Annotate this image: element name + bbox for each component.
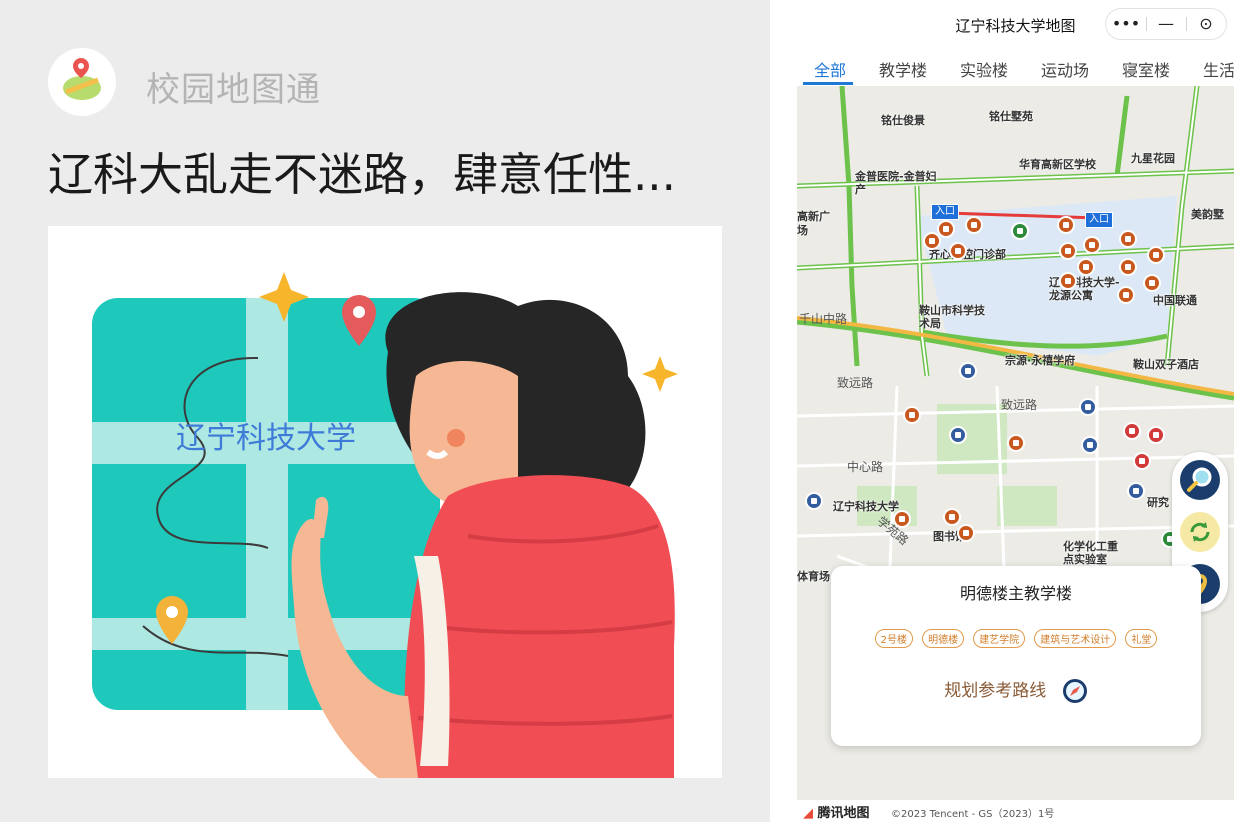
tab-teaching-buildings[interactable]: 教学楼	[879, 57, 927, 81]
building-marker[interactable]	[949, 426, 967, 444]
building-marker[interactable]	[1059, 272, 1077, 290]
building-marker[interactable]	[1057, 216, 1075, 234]
road-label-zhongxin: 中心路	[847, 460, 884, 474]
entrance-marker-1[interactable]: 入口	[931, 204, 959, 220]
more-icon[interactable]: •••	[1106, 9, 1146, 39]
plan-route-label: 规划参考路线	[944, 681, 1047, 701]
building-name: 明德楼主教学楼	[959, 584, 1072, 603]
map-label-meiyun: 美韵墅	[1191, 208, 1224, 221]
plan-route-button[interactable]: 规划参考路线	[831, 676, 1201, 704]
close-icon[interactable]: ⊙	[1186, 9, 1226, 39]
share-card[interactable]: 校园地图通 辽科大乱走不迷路，肆意任性... 辽宁科技大学	[0, 0, 770, 822]
map-label-jinpu-hospital: 金普医院-金普妇产	[855, 170, 937, 196]
building-marker[interactable]	[1119, 230, 1137, 248]
search-icon[interactable]	[1180, 460, 1220, 500]
building-marker[interactable]	[937, 220, 955, 238]
building-marker[interactable]	[1077, 258, 1095, 276]
mini-program-window: 辽宁科技大学地图 ••• — ⊙ 全部 教学楼 实验楼 运动场 寝室楼 生活 铭…	[797, 0, 1234, 822]
building-marker[interactable]	[1147, 426, 1165, 444]
share-headline: 辽科大乱走不迷路，肆意任性...	[48, 148, 676, 201]
app-brand-name: 校园地图通	[146, 70, 321, 110]
active-tab-indicator	[803, 82, 853, 85]
map-label-zongyuan: 宗源·永禧学府	[1005, 354, 1076, 367]
building-marker[interactable]	[893, 510, 911, 528]
map-label-gaoxin-square: 高新广场	[797, 210, 830, 237]
building-tag: 2号楼	[874, 629, 913, 648]
map-label-twin-hotel: 鞍山双子酒店	[1133, 358, 1199, 371]
title-bar: 辽宁科技大学地图 ••• — ⊙	[797, 0, 1234, 48]
map-label-mingshi-junyuan: 铭仕俊景	[881, 114, 925, 127]
map-label-jiuxing-garden: 九星花园	[1131, 152, 1175, 165]
map-label-qixin-clinic: 齐心口腔门诊部	[929, 248, 1006, 261]
building-marker[interactable]	[1123, 422, 1141, 440]
building-marker[interactable]	[965, 216, 983, 234]
road-label-zhiyuan-2: 致远路	[1001, 398, 1038, 412]
building-marker[interactable]	[1147, 246, 1165, 264]
app-logo-icon	[48, 48, 116, 116]
category-tabs: 全部 教学楼 实验楼 运动场 寝室楼 生活	[797, 48, 1234, 86]
tencent-map-icon: ◢	[803, 806, 813, 821]
tencent-map-logo: ◢ 腾讯地图	[803, 802, 870, 821]
refresh-icon[interactable]	[1180, 512, 1220, 552]
building-tag: 建艺学院	[973, 629, 1026, 648]
building-marker[interactable]	[1143, 274, 1161, 292]
map-label-chem-lab: 化学化工重点实验室	[1063, 540, 1118, 566]
hero-illustration: 辽宁科技大学	[48, 226, 722, 778]
map-label-ustl-main: 辽宁科技大学	[833, 500, 899, 513]
building-marker[interactable]	[923, 232, 941, 250]
building-marker[interactable]	[1011, 222, 1029, 240]
building-marker[interactable]	[1119, 258, 1137, 276]
map-label-mingshi-shuyuan: 铭仕墅苑	[989, 110, 1033, 123]
building-tags: 2号楼 明德楼 建艺学院 建筑与艺术设计 礼堂	[831, 628, 1201, 648]
building-info-card: 明德楼主教学楼 2号楼 明德楼 建艺学院 建筑与艺术设计 礼堂 规划参考路线	[831, 566, 1201, 746]
tab-dorms[interactable]: 寝室楼	[1122, 57, 1170, 81]
building-marker[interactable]	[957, 524, 975, 542]
map-label-huayu-school: 华育高新区学校	[1019, 158, 1096, 171]
map-attribution: ◢ 腾讯地图 ©2023 Tencent - GS（2023）1号	[797, 800, 1234, 822]
building-tag: 建筑与艺术设计	[1034, 629, 1117, 648]
map-label-sports-field: 体育场	[797, 570, 830, 583]
hero-map-text: 辽宁科技大学	[176, 421, 356, 456]
building-marker[interactable]	[1133, 452, 1151, 470]
capsule-menu: ••• — ⊙	[1105, 8, 1227, 40]
compass-icon	[1062, 678, 1088, 704]
building-marker[interactable]	[1127, 482, 1145, 500]
map-copyright: ©2023 Tencent - GS（2023）1号	[891, 809, 1055, 820]
tab-labs[interactable]: 实验楼	[960, 57, 1008, 81]
building-marker[interactable]	[1083, 236, 1101, 254]
building-tag: 礼堂	[1125, 629, 1158, 648]
road-label-qianshan: 千山中路	[799, 312, 848, 326]
building-marker[interactable]	[943, 508, 961, 526]
building-marker[interactable]	[1079, 398, 1097, 416]
road-label-zhiyuan: 致远路	[837, 376, 874, 390]
entrance-marker-2[interactable]: 入口	[1085, 212, 1113, 228]
building-marker[interactable]	[903, 406, 921, 424]
minimize-icon[interactable]: —	[1146, 9, 1186, 39]
map-provider-name: 腾讯地图	[817, 806, 870, 821]
map-label-anshan-sci-bureau: 鞍山市科学技术局	[919, 304, 985, 330]
tab-sports-fields[interactable]: 运动场	[1041, 57, 1089, 81]
building-marker[interactable]	[1081, 436, 1099, 454]
building-marker[interactable]	[1007, 434, 1025, 452]
building-marker[interactable]	[1059, 242, 1077, 260]
building-marker[interactable]	[949, 242, 967, 260]
building-marker[interactable]	[959, 362, 977, 380]
tab-all[interactable]: 全部	[814, 57, 846, 81]
map-label-china-unicom: 中国联通	[1153, 294, 1197, 307]
building-tag: 明德楼	[922, 629, 965, 648]
map-label-research: 研究	[1147, 496, 1169, 509]
building-marker[interactable]	[1117, 286, 1135, 304]
building-marker[interactable]	[805, 492, 823, 510]
tab-life[interactable]: 生活	[1203, 57, 1234, 81]
